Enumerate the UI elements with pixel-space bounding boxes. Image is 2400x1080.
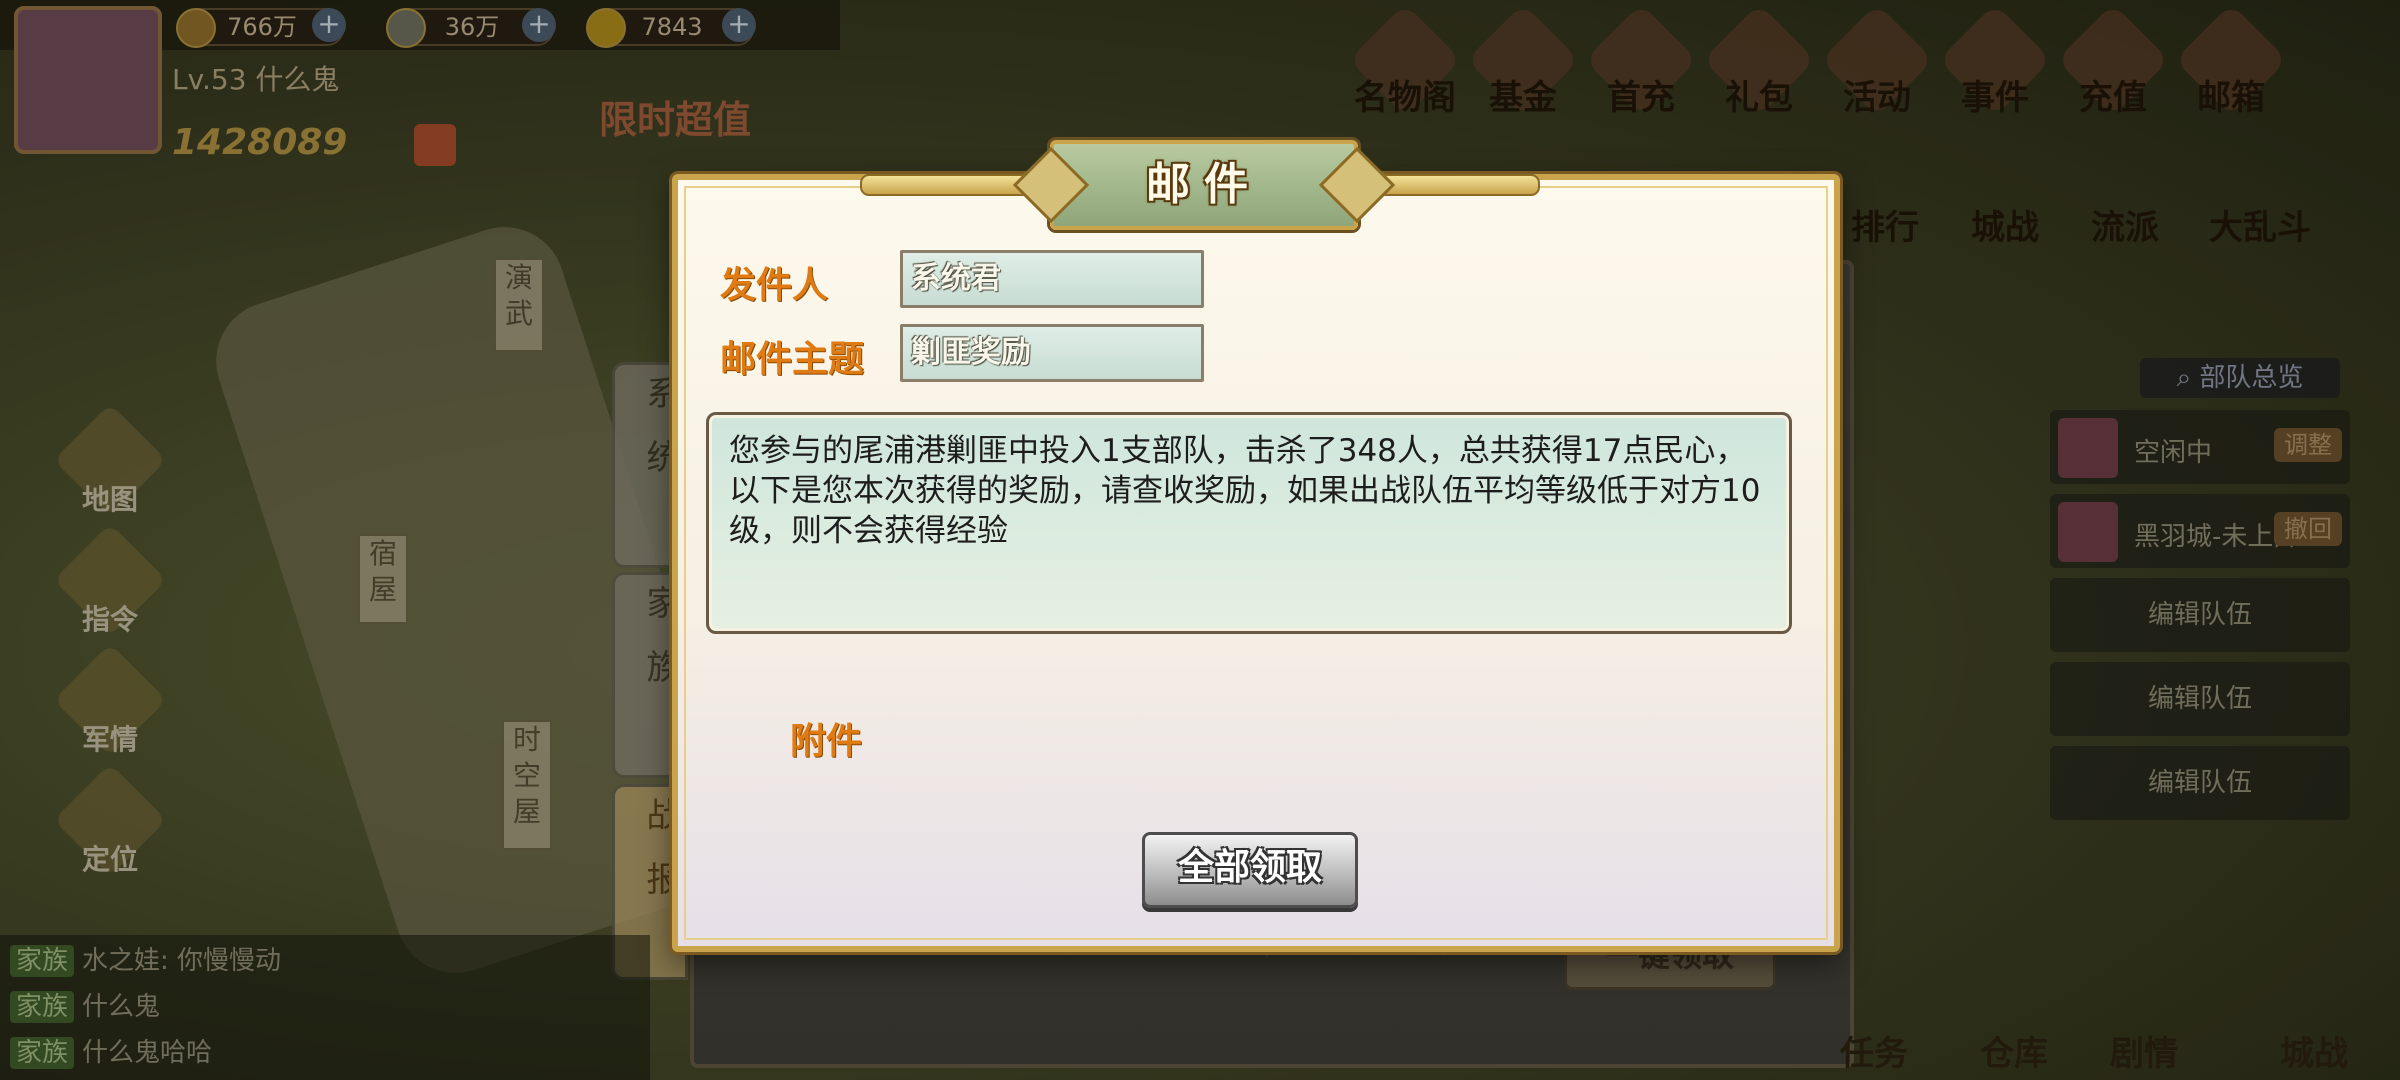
modal-title-bar: 邮件 [860, 140, 1540, 230]
subject-label: 邮件主题 [720, 339, 865, 380]
sender-label: 发件人 [720, 265, 829, 306]
sender-field: 系统君 [900, 250, 1204, 308]
mail-body-box: 您参与的尾浦港剿匪中投入1支部队，击杀了348人，总共获得17点民心，以下是您本… [706, 412, 1792, 634]
subject-field: 剿匪奖励 [900, 324, 1204, 382]
mail-body-text: 您参与的尾浦港剿匪中投入1支部队，击杀了348人，总共获得17点民心，以下是您本… [729, 433, 1761, 549]
title-plaque: 邮件 [1050, 140, 1358, 230]
attachment-label: 附件 [790, 721, 863, 762]
claim-all-button[interactable]: 全部领取 [1142, 832, 1358, 908]
modal-title: 邮件 [1146, 159, 1262, 210]
